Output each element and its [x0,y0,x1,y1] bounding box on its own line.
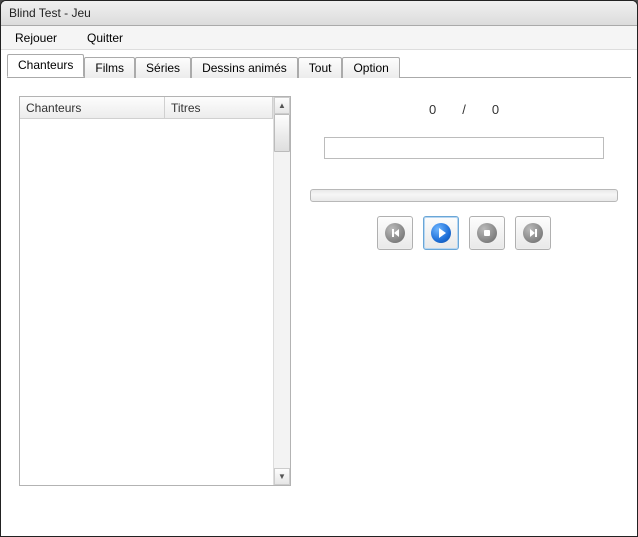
scroll-thumb[interactable] [274,114,290,152]
window-title: Blind Test - Jeu [9,6,91,20]
list-column-chanteurs: Chanteurs [20,97,165,485]
tab-chanteurs[interactable]: Chanteurs [7,54,84,77]
score-separator: / [462,102,466,117]
prev-icon [385,223,405,243]
menu-replay[interactable]: Rejouer [7,28,65,48]
tab-films[interactable]: Films [84,57,135,78]
score-total: 0 [492,102,499,117]
menu-quit[interactable]: Quitter [79,28,131,48]
media-controls [377,216,551,250]
menubar: Rejouer Quitter [1,26,637,50]
app-window: Blind Test - Jeu Rejouer Quitter Chanteu… [0,0,638,537]
prev-button[interactable] [377,216,413,250]
column-header-titres[interactable]: Titres [165,97,273,119]
list-scrollbar[interactable]: ▲ ▼ [273,97,290,485]
player-pane: 0 / 0 [309,96,619,518]
scroll-down-button[interactable]: ▼ [274,468,290,485]
tab-panel-chanteurs: Chanteurs Titres ▲ ▼ 0 / 0 [7,77,631,530]
tabstrip: Chanteurs Films Séries Dessins animés To… [1,50,637,77]
score-display: 0 / 0 [429,102,499,117]
scroll-track[interactable] [274,114,290,468]
stop-icon [477,223,497,243]
next-button[interactable] [515,216,551,250]
list-column-titres: Titres [165,97,273,485]
next-icon [523,223,543,243]
song-list[interactable]: Chanteurs Titres ▲ ▼ [19,96,291,486]
titlebar[interactable]: Blind Test - Jeu [1,1,637,26]
score-current: 0 [429,102,436,117]
play-button[interactable] [423,216,459,250]
tab-option[interactable]: Option [342,57,399,78]
tab-series[interactable]: Séries [135,57,191,78]
tab-tout[interactable]: Tout [298,57,343,78]
column-header-chanteurs[interactable]: Chanteurs [20,97,165,119]
play-icon [431,223,451,243]
stop-button[interactable] [469,216,505,250]
answer-input[interactable] [324,137,604,159]
playback-progress[interactable] [310,189,618,202]
scroll-up-button[interactable]: ▲ [274,97,290,114]
tab-dessins-animes[interactable]: Dessins animés [191,57,298,78]
